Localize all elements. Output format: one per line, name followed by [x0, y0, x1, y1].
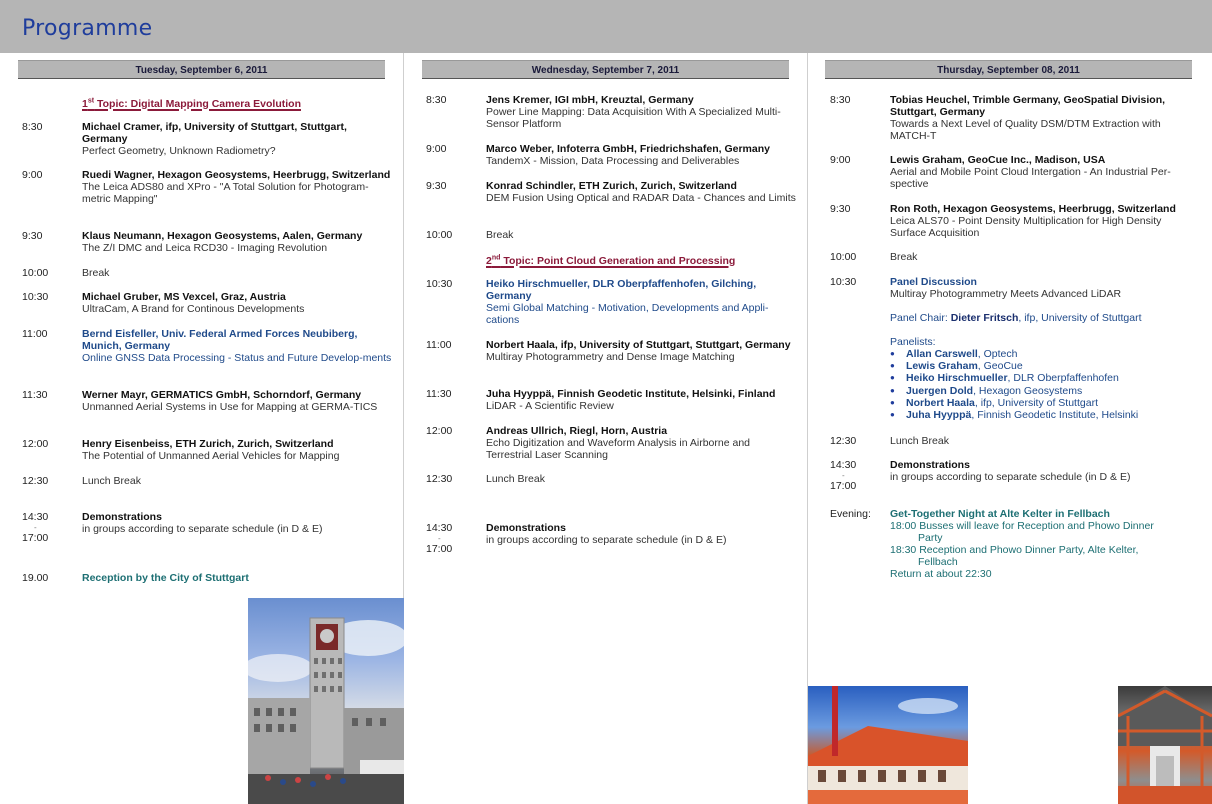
item-title: in groups according to separate schedule… [890, 471, 1131, 483]
item-time: 9:00 [830, 154, 851, 166]
item-speaker: Bernd Eisfeller, Univ. Federal Armed For… [82, 328, 358, 352]
item-title: Towards a Next Level of Quality DSM/DTM … [890, 118, 1161, 142]
item-time: 10:30 [426, 278, 453, 290]
item-speaker: Demonstrations [486, 522, 566, 534]
item-speaker: Reception by the City of Stuttgart [82, 572, 249, 584]
item-title: in groups according to separate schedule… [486, 534, 727, 546]
item-title: Break [486, 229, 514, 241]
item-time: 11:00 [22, 328, 48, 340]
item-title: Perfect Geometry, Unknown Radiometry? [82, 145, 276, 157]
item-title: DEM Fusion Using Optical and RADAR Data … [486, 192, 796, 204]
item-speaker: Get-Together Night at Alte Kelter in Fel… [890, 508, 1110, 520]
kelter-interior-photo [1118, 686, 1212, 804]
item-speaker: Andreas Ullrich, Riegl, Horn, Austria [486, 425, 668, 437]
item-time: 9:30 [830, 203, 851, 215]
item-speaker: Heiko Hirschmueller, DLR Oberpfaffenhofe… [486, 278, 757, 302]
item-title: in groups according to separate schedule… [82, 523, 323, 535]
item-title: UltraCam, A Brand for Continous Developm… [82, 303, 305, 315]
item-title: Aerial and Mobile Point Cloud Intergatio… [890, 166, 1171, 190]
item-speaker: Konrad Schindler, ETH Zurich, Zurich, Sw… [486, 180, 737, 192]
item-time: 8:30 [426, 94, 447, 106]
day-header-tuesday: Tuesday, September 6, 2011 [18, 60, 385, 79]
item-title: Lunch Break [890, 435, 949, 447]
item-speaker: Norbert Haala, ifp, University of Stuttg… [486, 339, 791, 351]
item-speaker: Klaus Neumann, Hexagon Geosystems, Aalen… [82, 230, 363, 242]
item-time: 12:30 [830, 435, 857, 447]
panel-chair: Panel Chair: Dieter Fritsch, ifp, Univer… [890, 312, 1142, 324]
panelists-label: Panelists: [890, 336, 936, 348]
panelist: Heiko Hirschmueller, DLR Oberpfaffenhofe… [890, 372, 1190, 384]
item-speaker: Juha Hyyppä, Finnish Geodetic Institute,… [486, 388, 776, 400]
item-title: Break [890, 251, 918, 263]
item-speaker: Demonstrations [890, 459, 970, 471]
panelist: Juha Hyyppä, Finnish Geodetic Institute,… [890, 409, 1190, 421]
item-title: Semi Global Matching - Motivation, Devel… [486, 302, 769, 326]
item-title: Multiray Photogrammetry Meets Advanced L… [890, 288, 1122, 300]
item-time: 12:00 [426, 425, 453, 437]
panelist: Allan Carswell, Optech [890, 348, 1190, 360]
item-time: 10:30 [22, 291, 49, 303]
item-title: Power Line Mapping: Data Acquisition Wit… [486, 106, 781, 130]
item-title: The Leica ADS80 and XPro - "A Total Solu… [82, 181, 369, 205]
item-speaker: Ron Roth, Hexagon Geosystems, Heerbrugg,… [890, 203, 1176, 215]
stuttgart-city-hall-photo [248, 598, 404, 804]
item-time: 12:00 [22, 438, 49, 450]
item-time: 19.00 [22, 572, 49, 584]
item-time: 10:30 [830, 276, 857, 288]
item-time: 9:00 [426, 143, 447, 155]
item-time: 8:30 [22, 121, 43, 133]
panelist: Juergen Dold, Hexagon Geosystems [890, 385, 1190, 397]
item-title: The Z/I DMC and Leica RCD30 - Imaging Re… [82, 242, 328, 254]
item-time: 11:30 [22, 389, 48, 401]
item-title: Break [82, 267, 110, 279]
item-speaker: Michael Gruber, MS Vexcel, Graz, Austria [82, 291, 286, 303]
item-speaker: Lewis Graham, GeoCue Inc., Madison, USA [890, 154, 1106, 166]
column-wednesday: Wednesday, September 7, 2011 8:30 Jens K… [404, 53, 808, 804]
item-speaker: Marco Weber, Infoterra GmbH, Friedrichsh… [486, 143, 770, 155]
day-header-wednesday: Wednesday, September 7, 2011 [422, 60, 789, 79]
item-title: Leica ALS70 - Point Density Multiplicati… [890, 215, 1162, 239]
item-speaker: Ruedi Wagner, Hexagon Geosystems, Heerbr… [82, 169, 391, 181]
item-time: 9:30 [426, 180, 447, 192]
item-time: 9:00 [22, 169, 43, 181]
item-speaker: Panel Discussion [890, 276, 977, 288]
day-header-thursday: Thursday, September 08, 2011 [825, 60, 1192, 79]
item-title: The Potential of Unmanned Aerial Vehicle… [82, 450, 340, 462]
item-speaker: Werner Mayr, GERMATICS GmbH, Schorndorf,… [82, 389, 362, 401]
item-speaker: Michael Cramer, ifp, University of Stutt… [82, 121, 347, 145]
item-time: 11:00 [426, 339, 452, 351]
item-title: LiDAR - A Scientific Review [486, 400, 614, 412]
alte-kelter-photo [808, 686, 968, 804]
item-time: 12:30 [426, 473, 453, 485]
column-thursday: Thursday, September 08, 2011 8:30 Tobias… [808, 53, 1212, 804]
item-title: Lunch Break [486, 473, 545, 485]
item-time: 10:00 [426, 229, 453, 241]
item-time: 12:30 [22, 475, 49, 487]
item-title: Echo Digitization and Waveform Analysis … [486, 437, 750, 461]
panelist: Norbert Haala, ifp, University of Stuttg… [890, 397, 1190, 409]
panelist: Lewis Graham, GeoCue [890, 360, 1190, 372]
item-time: 10:00 [22, 267, 49, 279]
item-title: Lunch Break [82, 475, 141, 487]
item-time: 9:30 [22, 230, 43, 242]
page-header: Programme [0, 0, 1212, 53]
item-time: 8:30 [830, 94, 851, 106]
item-time: 14:30-17:00 [22, 511, 49, 544]
item-time: Evening: [830, 508, 871, 520]
item-title: Multiray Photogrammetry and Dense Image … [486, 351, 735, 363]
item-speaker: Tobias Heuchel, Trimble Germany, GeoSpat… [890, 94, 1166, 118]
item-time: 14:30-17:00 [830, 459, 857, 492]
item-title: Online GNSS Data Processing - Status and… [82, 352, 392, 364]
column-tuesday: Tuesday, September 6, 2011 1st Topic: Di… [0, 53, 404, 804]
item-title: TandemX - Mission, Data Processing and D… [486, 155, 740, 167]
page-title: Programme [22, 16, 153, 41]
panelists-list: Allan Carswell, Optech Lewis Graham, Geo… [890, 348, 1190, 421]
item-title: Unmanned Aerial Systems in Use for Mappi… [82, 401, 378, 413]
item-speaker: Jens Kremer, IGI mbH, Kreuztal, Germany [486, 94, 694, 106]
item-speaker: Henry Eisenbeiss, ETH Zurich, Zurich, Sw… [82, 438, 334, 450]
item-time: 11:30 [426, 388, 452, 400]
item-speaker: Demonstrations [82, 511, 162, 523]
item-time: 10:00 [830, 251, 857, 263]
item-time: 14:30-17:00 [426, 522, 453, 555]
